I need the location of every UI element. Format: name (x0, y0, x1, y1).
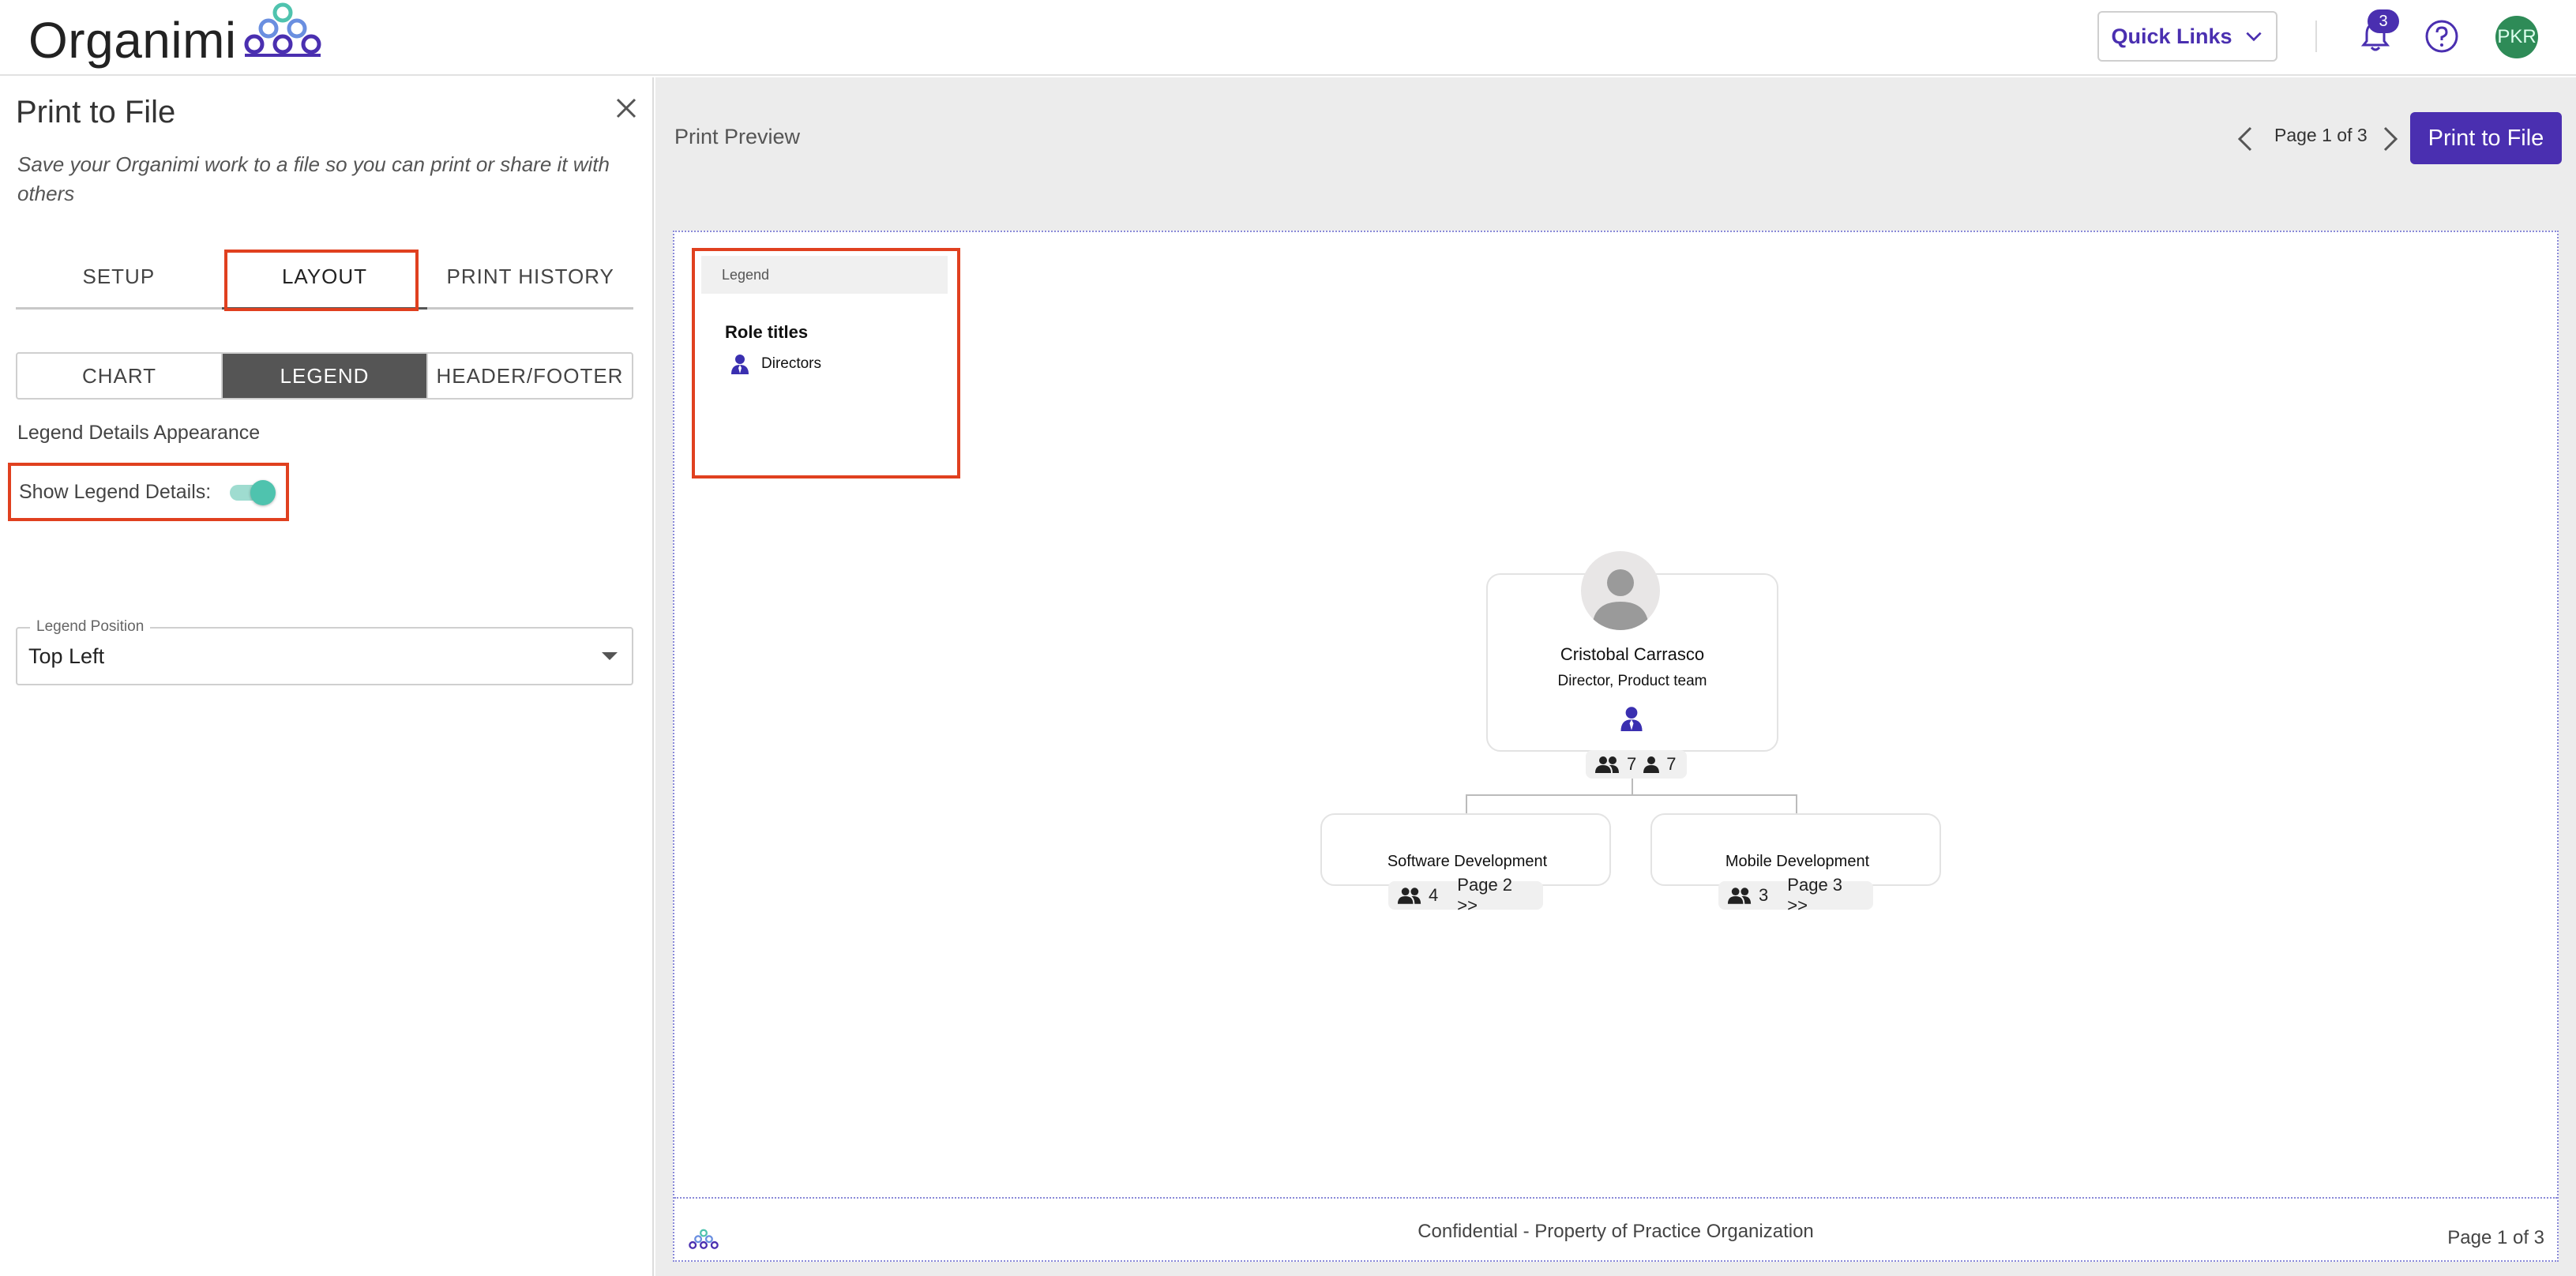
app-logo-text[interactable]: Organimi (28, 11, 237, 69)
print-panel: Print to File Save your Organimi work to… (0, 77, 654, 1276)
show-legend-row: Show Legend Details: (8, 463, 289, 521)
quick-links-button[interactable]: Quick Links (2097, 11, 2277, 62)
chevron-right-icon[interactable] (2379, 125, 2402, 153)
tab-setup[interactable]: SETUP (16, 246, 222, 307)
legend-group-title: Role titles (725, 322, 809, 342)
team-name: Software Development (1387, 853, 1548, 870)
director-person-icon (731, 355, 749, 374)
legend-position-value: Top Left (28, 644, 105, 668)
segment-chart[interactable]: CHART (17, 354, 223, 398)
connector-vertical (1632, 779, 1633, 796)
layout-tab-highlight (224, 250, 419, 311)
person-role-title: Director, Product team (1557, 673, 1707, 689)
page-footer-number: Page 1 of 3 (2447, 1227, 2544, 1248)
dropdown-arrow-icon (602, 652, 618, 660)
topbar-divider (2315, 21, 2317, 52)
pager-text: Page 1 of 3 (2274, 125, 2368, 145)
team-count: 7 (1627, 754, 1637, 774)
legend-position-label: Legend Position (30, 618, 151, 636)
team-count: 3 (1759, 885, 1769, 905)
layout-segments: CHART LEGEND HEADER/FOOTER (16, 352, 633, 400)
team-counts-pill: 3 Page 3 >> (1718, 875, 1873, 915)
team-name: Mobile Development (1725, 853, 1870, 870)
organimi-logo-icon (244, 2, 321, 57)
panel-title: Print to File (16, 95, 176, 129)
quick-links-label: Quick Links (2111, 24, 2232, 48)
page-link[interactable]: Page 2 >> (1457, 875, 1535, 916)
notification-badge: 3 (2368, 9, 2399, 33)
team-icon (1595, 756, 1619, 773)
show-legend-toggle[interactable] (227, 478, 276, 505)
person-avatar (1581, 551, 1660, 630)
chevron-down-icon (2245, 32, 2262, 42)
legend-section-label: Legend Details Appearance (17, 422, 261, 444)
page-footer-text: Confidential - Property of Practice Orga… (1418, 1221, 1814, 1242)
team-count: 4 (1429, 885, 1439, 905)
legend-item: Directors (731, 354, 821, 374)
top-bar: Organimi Quick Links 3 PKR (0, 0, 2576, 76)
team-counts-pill: 4 Page 2 >> (1388, 875, 1543, 915)
print-to-file-button[interactable]: Print to File (2410, 112, 2562, 164)
direct-count: 7 (1666, 754, 1677, 774)
chart-legend: Legend Role titles Directors (701, 256, 948, 469)
show-legend-label: Show Legend Details: (19, 480, 212, 503)
connector-horizontal (1466, 794, 1797, 796)
page-footer-divider (674, 1197, 2557, 1199)
connector-right (1796, 794, 1797, 815)
team-icon (1727, 888, 1752, 904)
legend-item-label: Directors (761, 355, 822, 372)
print-preview-area: Print Preview Page 1 of 3 Print to File … (655, 77, 2576, 1276)
panel-description: Save your Organimi work to a file so you… (17, 152, 610, 205)
preview-title: Print Preview (674, 125, 801, 148)
chevron-left-icon[interactable] (2233, 125, 2257, 153)
person-placeholder-icon (1592, 569, 1649, 630)
help-icon[interactable] (2424, 19, 2459, 54)
team-icon (1397, 888, 1421, 904)
segment-legend[interactable]: LEGEND (223, 354, 428, 398)
director-person-icon (1620, 707, 1643, 731)
page-link[interactable]: Page 3 >> (1787, 875, 1865, 916)
preview-page: Legend Role titles Directors Cristobal C… (673, 231, 2559, 1262)
close-icon[interactable] (611, 93, 641, 123)
tab-print-history[interactable]: PRINT HISTORY (427, 246, 633, 307)
legend-position-select[interactable]: Legend Position Top Left (16, 618, 633, 685)
person-counts-pill: 7 7 (1586, 750, 1687, 779)
segment-header-footer[interactable]: HEADER/FOOTER (428, 354, 632, 398)
user-avatar[interactable]: PKR (2495, 16, 2538, 58)
person-icon (1643, 756, 1660, 773)
legend-header: Legend (701, 256, 948, 294)
person-name: Cristobal Carrasco (1560, 644, 1705, 664)
connector-left (1466, 794, 1467, 815)
